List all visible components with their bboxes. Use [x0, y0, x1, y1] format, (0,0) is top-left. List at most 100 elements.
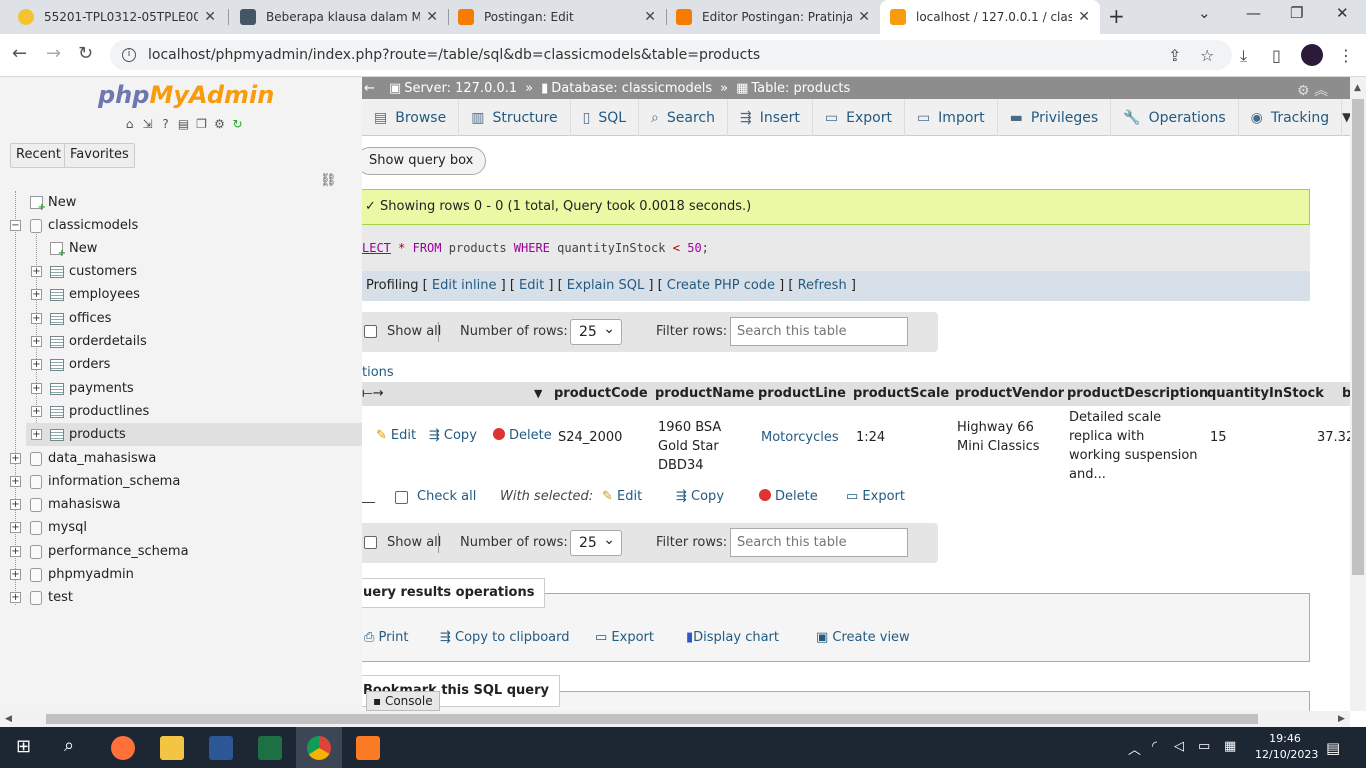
expand-icon[interactable]: + [10, 569, 21, 580]
check-all-checkbox[interactable] [395, 491, 408, 504]
side-panel-icon[interactable]: ▯ [1272, 46, 1281, 65]
xampp-icon[interactable] [356, 736, 380, 760]
browser-tab-4[interactable]: Editor Postingan: Pratinjau ✕ [666, 0, 880, 34]
export-button[interactable]: ▭ Export [595, 630, 654, 645]
tab-search[interactable]: ⌕ Search [639, 99, 728, 136]
tree-item-productlines[interactable]: + productlines [0, 400, 362, 423]
col-header-productdescription[interactable]: productDescription [1067, 382, 1208, 406]
col-header-productcode[interactable]: productCode [554, 382, 648, 406]
expand-icon[interactable]: + [10, 499, 21, 510]
recent-tab[interactable]: Recent [10, 143, 67, 168]
tree-item-data-mahasiswa[interactable]: + data_mahasiswa [0, 447, 362, 470]
create-php-link[interactable]: Create PHP code [667, 278, 775, 293]
tab-insert[interactable]: ⇶ Insert [728, 99, 813, 136]
cell-buyprice[interactable]: 37.32 [1317, 428, 1354, 447]
new-tab-icon[interactable]: + [1108, 4, 1125, 28]
tree-item-performance-schema[interactable]: + performance_schema [0, 540, 362, 563]
expand-icon[interactable]: + [31, 383, 42, 394]
tab-browse[interactable]: ▤ Browse [362, 99, 460, 136]
tree-item-information-schema[interactable]: + information_schema [0, 470, 362, 493]
filter-rows-input[interactable] [730, 317, 908, 346]
tab-search-icon[interactable]: ⌄ [1198, 4, 1211, 22]
back-icon[interactable]: ← [12, 43, 27, 64]
tree-item-orderdetails[interactable]: + orderdetails [0, 330, 362, 353]
close-tab-icon[interactable]: ✕ [426, 9, 438, 25]
expand-icon[interactable]: + [10, 453, 21, 464]
profiling-checkbox[interactable]: Profiling [366, 278, 419, 293]
volume-icon[interactable]: ◁ [1174, 739, 1184, 754]
tree-item-employees[interactable]: + employees [0, 283, 362, 306]
tree-item-classicmodels[interactable]: − classicmodels [0, 214, 362, 237]
explain-sql-link[interactable]: Explain SQL [567, 278, 644, 293]
link-with-main-icon[interactable]: ⛓ [320, 173, 337, 188]
show-hidden-icons-icon[interactable]: ︿ [1128, 739, 1141, 758]
horizontal-scrollbar[interactable]: ◀ ▶ [0, 711, 1350, 727]
column-arrows-icon[interactable]: ⟝→ [362, 382, 384, 406]
tab-sql[interactable]: ▯ SQL [571, 99, 640, 136]
sort-dropdown-icon[interactable]: ▼ [534, 382, 542, 406]
cell-productname[interactable]: 1960 BSA Gold Star DBD34 [658, 418, 754, 475]
settings-collapse-icons[interactable]: ⚙ ︽ [1297, 80, 1328, 100]
cell-productdescription[interactable]: Detailed scale replica with working susp… [1069, 408, 1199, 484]
firefox-icon[interactable] [111, 736, 135, 760]
home-icon[interactable]: ⌂ [122, 117, 137, 132]
col-header-quantityinstock[interactable]: quantityInStock [1207, 382, 1324, 406]
cell-productcode[interactable]: S24_2000 [558, 428, 622, 447]
reload-icon[interactable]: ↻ [78, 43, 93, 64]
expand-icon[interactable]: + [10, 476, 21, 487]
tree-item-mahasiswa[interactable]: + mahasiswa [0, 493, 362, 516]
share-icon[interactable]: ⇪ [1168, 46, 1181, 65]
scroll-right-icon[interactable]: ▶ [1338, 714, 1345, 724]
close-tab-icon[interactable]: ✕ [1078, 9, 1090, 25]
browser-tab-active[interactable]: localhost / 127.0.0.1 / classic ✕ [880, 0, 1100, 34]
collapse-icon[interactable]: − [10, 220, 21, 231]
tree-item-customers[interactable]: + customers [0, 260, 362, 283]
console-toggle[interactable]: ▪ Console [366, 691, 440, 711]
tree-item-payments[interactable]: + payments [0, 377, 362, 400]
tree-item-new[interactable]: New [0, 191, 362, 214]
notifications-icon[interactable]: ▤ [1326, 739, 1340, 757]
cell-productscale[interactable]: 1:24 [856, 428, 885, 447]
row-copy-button[interactable]: ⇶ Copy [429, 428, 477, 443]
scroll-up-icon[interactable]: ▲ [1354, 83, 1361, 93]
tab-operations[interactable]: 🔧 Operations [1111, 99, 1239, 136]
tree-item-phpmyadmin[interactable]: + phpmyadmin [0, 563, 362, 586]
phpmyadmin-logo[interactable]: phpMyAdmin [98, 81, 274, 109]
show-all-checkbox[interactable] [364, 536, 377, 549]
cell-productline[interactable]: Motorcycles [761, 428, 839, 447]
breadcrumb-database[interactable]: Database: classicmodels [551, 81, 712, 96]
tab-structure[interactable]: ▥ Structure [459, 99, 571, 136]
copy-to-clipboard-button[interactable]: ⇶ Copy to clipboard [440, 630, 570, 645]
options-link[interactable]: tions [362, 365, 394, 380]
col-header-productname[interactable]: productName [655, 382, 754, 406]
expand-icon[interactable]: + [10, 592, 21, 603]
docs-icon[interactable]: ▤ [176, 117, 191, 132]
show-query-box-button[interactable]: Show query box [362, 147, 487, 175]
expand-icon[interactable]: + [31, 359, 42, 370]
favorites-tab[interactable]: Favorites [64, 143, 135, 168]
vertical-scrollbar[interactable]: ▲ [1350, 77, 1366, 711]
file-explorer-icon[interactable] [160, 736, 184, 760]
tree-item-products[interactable]: + products [26, 423, 362, 446]
rows-per-page-select[interactable]: 25 [570, 528, 622, 556]
filter-rows-input[interactable] [730, 528, 908, 557]
expand-icon[interactable]: + [31, 336, 42, 347]
browser-tab-2[interactable]: Beberapa klausa dalam MyS ✕ [230, 0, 448, 34]
bulk-copy-button[interactable]: ⇶ Copy [676, 489, 724, 504]
profile-avatar[interactable] [1301, 44, 1323, 66]
row-edit-button[interactable]: ✎ Edit [376, 428, 416, 443]
bookmark-star-icon[interactable]: ☆ [1200, 46, 1214, 65]
close-tab-icon[interactable]: ✕ [644, 9, 656, 25]
print-button[interactable]: ⎙ Print [364, 630, 408, 645]
bulk-edit-button[interactable]: ✎ Edit [602, 489, 642, 504]
breadcrumb-back-icon[interactable]: ← [364, 81, 375, 96]
word-icon[interactable] [209, 736, 233, 760]
close-tab-icon[interactable]: ✕ [858, 9, 870, 25]
edit-link[interactable]: Edit [519, 278, 544, 293]
forward-icon[interactable]: → [46, 43, 61, 64]
expand-icon[interactable]: + [31, 406, 42, 417]
rows-per-page-select[interactable]: 25 [570, 317, 622, 345]
restore-icon[interactable]: ❐ [1290, 4, 1303, 22]
expand-icon[interactable]: + [31, 429, 42, 440]
excel-icon[interactable] [258, 736, 282, 760]
